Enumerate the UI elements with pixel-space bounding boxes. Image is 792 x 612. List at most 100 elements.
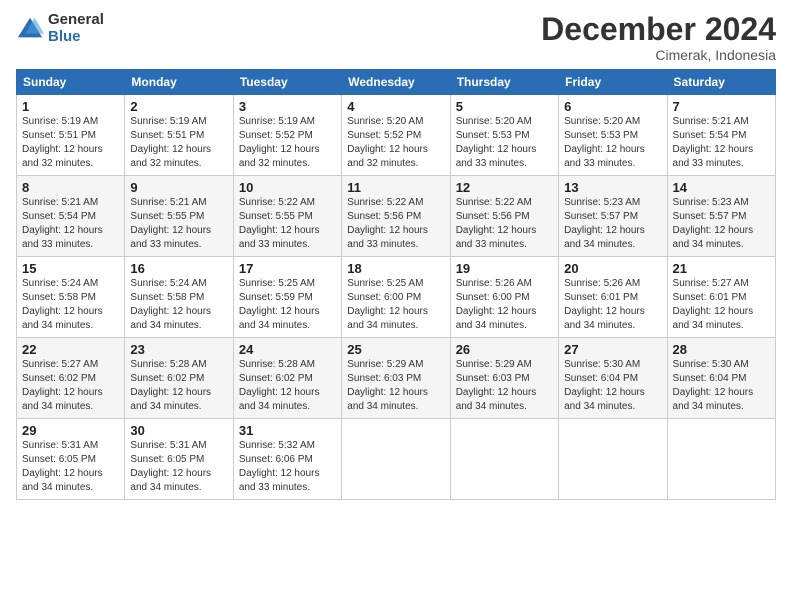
day-info: Sunrise: 5:24 AM Sunset: 5:58 PM Dayligh… <box>130 277 227 333</box>
day-info: Sunrise: 5:25 AM Sunset: 5:59 PM Dayligh… <box>239 277 336 333</box>
day-info: Sunrise: 5:25 AM Sunset: 6:00 PM Dayligh… <box>347 277 444 333</box>
day-info: Sunrise: 5:20 AM Sunset: 5:53 PM Dayligh… <box>564 115 661 171</box>
day-number: 8 <box>22 180 119 195</box>
table-row: 26 Sunrise: 5:29 AM Sunset: 6:03 PM Dayl… <box>450 338 558 419</box>
logo-blue: Blue <box>48 29 104 46</box>
day-number: 6 <box>564 99 661 114</box>
calendar-row: 15 Sunrise: 5:24 AM Sunset: 5:58 PM Dayl… <box>17 257 776 338</box>
table-row: 25 Sunrise: 5:29 AM Sunset: 6:03 PM Dayl… <box>342 338 450 419</box>
table-row: 3 Sunrise: 5:19 AM Sunset: 5:52 PM Dayli… <box>233 95 341 176</box>
day-info: Sunrise: 5:23 AM Sunset: 5:57 PM Dayligh… <box>564 196 661 252</box>
logo-text: General Blue <box>48 12 104 45</box>
day-info: Sunrise: 5:24 AM Sunset: 5:58 PM Dayligh… <box>22 277 119 333</box>
table-row: 1 Sunrise: 5:19 AM Sunset: 5:51 PM Dayli… <box>17 95 125 176</box>
table-row: 9 Sunrise: 5:21 AM Sunset: 5:55 PM Dayli… <box>125 176 233 257</box>
month-title: December 2024 <box>541 12 776 47</box>
col-monday: Monday <box>125 70 233 95</box>
calendar-row: 8 Sunrise: 5:21 AM Sunset: 5:54 PM Dayli… <box>17 176 776 257</box>
day-number: 18 <box>347 261 444 276</box>
day-number: 17 <box>239 261 336 276</box>
day-info: Sunrise: 5:20 AM Sunset: 5:53 PM Dayligh… <box>456 115 553 171</box>
day-number: 13 <box>564 180 661 195</box>
day-info: Sunrise: 5:28 AM Sunset: 6:02 PM Dayligh… <box>239 358 336 414</box>
col-wednesday: Wednesday <box>342 70 450 95</box>
col-thursday: Thursday <box>450 70 558 95</box>
logo-icon <box>16 15 44 43</box>
day-info: Sunrise: 5:19 AM Sunset: 5:51 PM Dayligh… <box>130 115 227 171</box>
title-section: December 2024 Cimerak, Indonesia <box>541 12 776 63</box>
day-number: 21 <box>673 261 770 276</box>
col-friday: Friday <box>559 70 667 95</box>
calendar-row: 29 Sunrise: 5:31 AM Sunset: 6:05 PM Dayl… <box>17 419 776 500</box>
day-info: Sunrise: 5:20 AM Sunset: 5:52 PM Dayligh… <box>347 115 444 171</box>
table-row: 6 Sunrise: 5:20 AM Sunset: 5:53 PM Dayli… <box>559 95 667 176</box>
day-number: 1 <box>22 99 119 114</box>
table-row: 15 Sunrise: 5:24 AM Sunset: 5:58 PM Dayl… <box>17 257 125 338</box>
table-row: 4 Sunrise: 5:20 AM Sunset: 5:52 PM Dayli… <box>342 95 450 176</box>
table-row: 22 Sunrise: 5:27 AM Sunset: 6:02 PM Dayl… <box>17 338 125 419</box>
table-row: 21 Sunrise: 5:27 AM Sunset: 6:01 PM Dayl… <box>667 257 775 338</box>
table-row: 18 Sunrise: 5:25 AM Sunset: 6:00 PM Dayl… <box>342 257 450 338</box>
day-info: Sunrise: 5:21 AM Sunset: 5:54 PM Dayligh… <box>673 115 770 171</box>
table-row: 14 Sunrise: 5:23 AM Sunset: 5:57 PM Dayl… <box>667 176 775 257</box>
day-info: Sunrise: 5:19 AM Sunset: 5:52 PM Dayligh… <box>239 115 336 171</box>
day-number: 5 <box>456 99 553 114</box>
day-info: Sunrise: 5:22 AM Sunset: 5:56 PM Dayligh… <box>456 196 553 252</box>
col-saturday: Saturday <box>667 70 775 95</box>
table-row: 5 Sunrise: 5:20 AM Sunset: 5:53 PM Dayli… <box>450 95 558 176</box>
day-number: 15 <box>22 261 119 276</box>
table-row: 2 Sunrise: 5:19 AM Sunset: 5:51 PM Dayli… <box>125 95 233 176</box>
day-info: Sunrise: 5:32 AM Sunset: 6:06 PM Dayligh… <box>239 439 336 495</box>
day-number: 2 <box>130 99 227 114</box>
table-row: 23 Sunrise: 5:28 AM Sunset: 6:02 PM Dayl… <box>125 338 233 419</box>
table-row: 7 Sunrise: 5:21 AM Sunset: 5:54 PM Dayli… <box>667 95 775 176</box>
day-info: Sunrise: 5:30 AM Sunset: 6:04 PM Dayligh… <box>564 358 661 414</box>
day-info: Sunrise: 5:22 AM Sunset: 5:56 PM Dayligh… <box>347 196 444 252</box>
table-row <box>559 419 667 500</box>
logo-general: General <box>48 12 104 29</box>
day-number: 27 <box>564 342 661 357</box>
day-number: 24 <box>239 342 336 357</box>
day-number: 20 <box>564 261 661 276</box>
day-number: 30 <box>130 423 227 438</box>
calendar-table: Sunday Monday Tuesday Wednesday Thursday… <box>16 69 776 500</box>
day-number: 31 <box>239 423 336 438</box>
day-number: 7 <box>673 99 770 114</box>
table-row: 20 Sunrise: 5:26 AM Sunset: 6:01 PM Dayl… <box>559 257 667 338</box>
table-row: 16 Sunrise: 5:24 AM Sunset: 5:58 PM Dayl… <box>125 257 233 338</box>
header: General Blue December 2024 Cimerak, Indo… <box>16 12 776 63</box>
day-info: Sunrise: 5:30 AM Sunset: 6:04 PM Dayligh… <box>673 358 770 414</box>
day-number: 14 <box>673 180 770 195</box>
day-info: Sunrise: 5:31 AM Sunset: 6:05 PM Dayligh… <box>22 439 119 495</box>
day-info: Sunrise: 5:26 AM Sunset: 6:01 PM Dayligh… <box>564 277 661 333</box>
table-row: 27 Sunrise: 5:30 AM Sunset: 6:04 PM Dayl… <box>559 338 667 419</box>
table-row: 31 Sunrise: 5:32 AM Sunset: 6:06 PM Dayl… <box>233 419 341 500</box>
day-number: 9 <box>130 180 227 195</box>
day-info: Sunrise: 5:27 AM Sunset: 6:02 PM Dayligh… <box>22 358 119 414</box>
table-row <box>667 419 775 500</box>
day-number: 28 <box>673 342 770 357</box>
table-row: 12 Sunrise: 5:22 AM Sunset: 5:56 PM Dayl… <box>450 176 558 257</box>
day-number: 12 <box>456 180 553 195</box>
day-info: Sunrise: 5:21 AM Sunset: 5:55 PM Dayligh… <box>130 196 227 252</box>
day-number: 25 <box>347 342 444 357</box>
day-info: Sunrise: 5:26 AM Sunset: 6:00 PM Dayligh… <box>456 277 553 333</box>
day-info: Sunrise: 5:31 AM Sunset: 6:05 PM Dayligh… <box>130 439 227 495</box>
day-number: 19 <box>456 261 553 276</box>
table-row: 17 Sunrise: 5:25 AM Sunset: 5:59 PM Dayl… <box>233 257 341 338</box>
calendar-row: 1 Sunrise: 5:19 AM Sunset: 5:51 PM Dayli… <box>17 95 776 176</box>
table-row: 10 Sunrise: 5:22 AM Sunset: 5:55 PM Dayl… <box>233 176 341 257</box>
table-row: 8 Sunrise: 5:21 AM Sunset: 5:54 PM Dayli… <box>17 176 125 257</box>
table-row <box>450 419 558 500</box>
main-container: General Blue December 2024 Cimerak, Indo… <box>0 0 792 508</box>
table-row: 19 Sunrise: 5:26 AM Sunset: 6:00 PM Dayl… <box>450 257 558 338</box>
day-info: Sunrise: 5:19 AM Sunset: 5:51 PM Dayligh… <box>22 115 119 171</box>
table-row: 28 Sunrise: 5:30 AM Sunset: 6:04 PM Dayl… <box>667 338 775 419</box>
day-info: Sunrise: 5:23 AM Sunset: 5:57 PM Dayligh… <box>673 196 770 252</box>
calendar-header-row: Sunday Monday Tuesday Wednesday Thursday… <box>17 70 776 95</box>
day-number: 23 <box>130 342 227 357</box>
calendar-row: 22 Sunrise: 5:27 AM Sunset: 6:02 PM Dayl… <box>17 338 776 419</box>
day-info: Sunrise: 5:27 AM Sunset: 6:01 PM Dayligh… <box>673 277 770 333</box>
table-row: 11 Sunrise: 5:22 AM Sunset: 5:56 PM Dayl… <box>342 176 450 257</box>
day-info: Sunrise: 5:29 AM Sunset: 6:03 PM Dayligh… <box>456 358 553 414</box>
